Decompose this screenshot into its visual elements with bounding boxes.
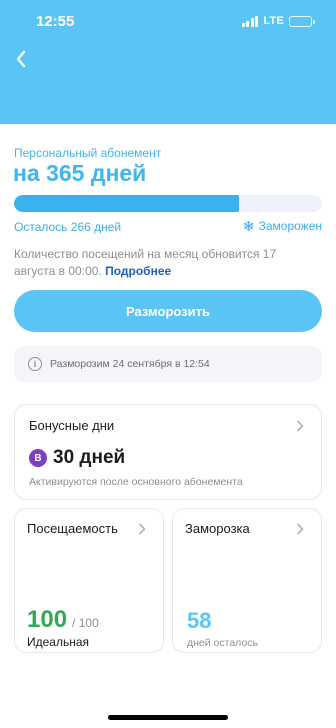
chevron-right-icon	[297, 523, 304, 535]
info-icon: i	[28, 357, 42, 371]
attendance-value: 100	[27, 606, 68, 633]
freeze-days-value: 58	[187, 608, 212, 633]
attendance-status: Идеальная	[27, 635, 90, 649]
unfreeze-button[interactable]: Разморозить	[14, 290, 322, 332]
bonus-badge: B	[29, 449, 47, 467]
attendance-total: / 100	[72, 616, 99, 630]
unfreeze-info-text: Разморозим 24 сентября в 12:54	[50, 358, 210, 370]
bonus-days-title: Бонусные дни	[29, 418, 115, 433]
subscription-progress-bar	[14, 195, 322, 212]
home-indicator[interactable]	[108, 715, 228, 720]
bonus-days-value: 30 дней	[53, 447, 126, 468]
unfreeze-info: i Разморозим 24 сентября в 12:54	[14, 346, 322, 382]
freeze-title: Заморозка	[185, 521, 250, 536]
remaining-days: Осталось 266 дней	[14, 220, 122, 234]
chevron-right-icon	[297, 420, 304, 432]
back-button[interactable]	[10, 48, 32, 70]
attendance-score: 100 / 100	[27, 606, 99, 634]
freeze-card[interactable]: Заморозка 58 дней осталось	[172, 508, 322, 653]
progress-fill	[14, 195, 239, 212]
chevron-left-icon	[16, 50, 26, 68]
visits-note: Количество посещений на месяц обновится …	[14, 246, 314, 280]
chevron-right-icon	[139, 523, 146, 535]
snowflake-icon: ❄	[242, 218, 255, 234]
frozen-status-label: Заморожен	[258, 219, 322, 233]
header: 12:55 LTE	[0, 0, 336, 124]
network-type: LTE	[263, 15, 284, 27]
bonus-days-card[interactable]: Бонусные дни B 30 дней Активируются посл…	[14, 404, 322, 500]
freeze-days-subtitle: дней осталось	[187, 637, 258, 649]
subscription-title: на 365 дней	[13, 160, 147, 186]
signal-icon	[241, 15, 259, 27]
attendance-title: Посещаемость	[27, 521, 118, 536]
subscription-label: Персональный абонемент	[14, 146, 162, 160]
attendance-card[interactable]: Посещаемость 100 / 100 Идеальная	[14, 508, 164, 653]
details-link[interactable]: Подробнее	[105, 264, 171, 278]
battery-icon	[289, 15, 315, 27]
bonus-days-subtitle: Активируются после основного абонемента	[29, 476, 243, 488]
frozen-status: ❄ Заморожен	[243, 219, 322, 233]
status-time: 12:55	[36, 13, 75, 30]
status-indicators: LTE	[241, 15, 315, 27]
